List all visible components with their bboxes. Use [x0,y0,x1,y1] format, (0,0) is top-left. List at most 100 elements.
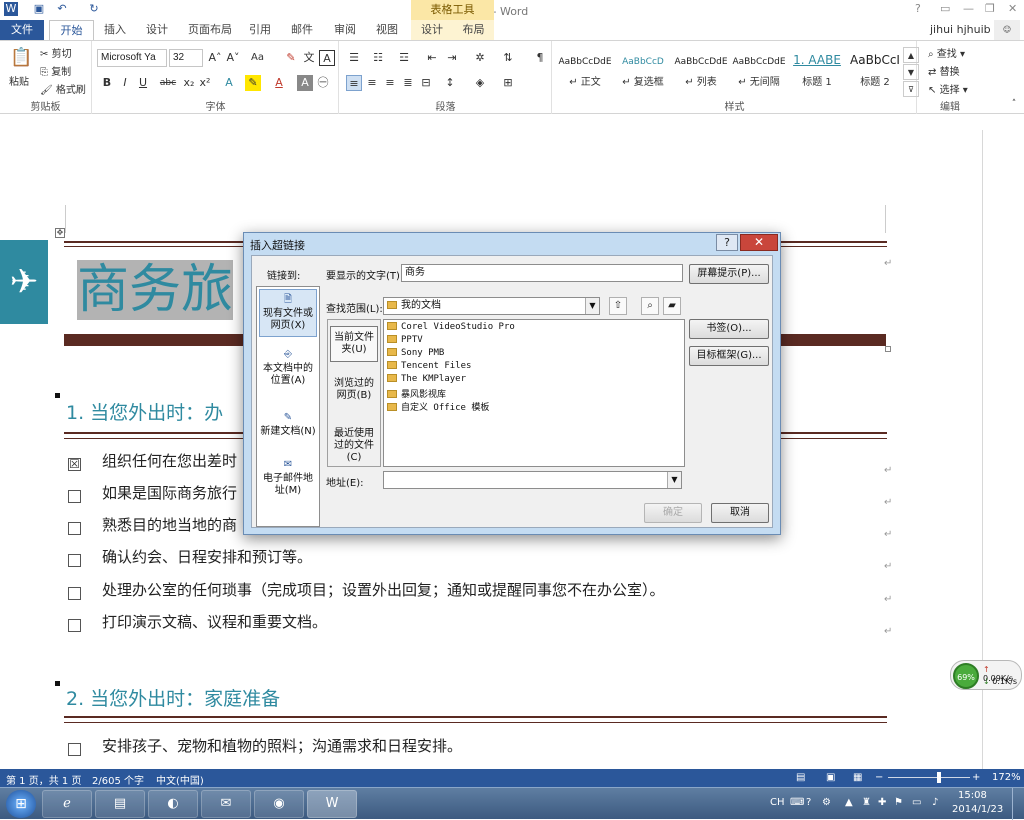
phonetic-guide-icon[interactable]: 文 [301,50,317,66]
font-color-icon[interactable]: A [271,75,287,91]
checkbox[interactable] [68,554,81,567]
zoom-slider-thumb[interactable] [936,772,941,783]
tab-file[interactable]: 文件 [0,20,44,40]
bold-button[interactable]: B [99,75,115,91]
bullets-icon[interactable]: ☰ [346,50,362,66]
distributed-icon[interactable]: ⊟ [418,75,434,91]
char-shading-icon[interactable]: A [297,75,313,91]
read-mode-icon[interactable]: ▤ [796,772,805,783]
address-input[interactable]: ▼ [383,471,682,489]
style-heading-2[interactable]: AaBbCcI 标题 2 [847,53,903,93]
zoom-in-icon[interactable]: + [972,772,980,783]
borders-icon[interactable]: ⊞ [500,75,516,91]
cut-button[interactable]: ✂ 剪切 [40,45,72,60]
subscript-button[interactable]: x₂ [181,75,197,91]
text-effects-icon[interactable]: A [221,75,237,91]
save-icon[interactable]: ▣ [32,2,46,16]
file-explorer-icon[interactable]: ▤ [95,790,145,818]
style-checkbox[interactable]: AaBbCcD ↵ 复选框 [615,53,671,93]
browse-web-icon[interactable]: ⌕ [641,297,659,315]
tab-design[interactable]: 设计 [146,20,168,40]
page-count[interactable]: 第 1 页，共 1 页 [6,772,81,787]
link-existing-file[interactable]: 🗎 现有文件或网页(X) [259,289,317,337]
browser-icon[interactable]: ◐ [148,790,198,818]
clock-date[interactable]: 2014/1/23 [952,804,1003,815]
tab-view[interactable]: 视图 [376,20,398,40]
paste-icon[interactable]: 📋 [10,47,32,69]
decrease-indent-icon[interactable]: ⇤ [424,50,440,66]
list-item[interactable]: Sony PMB [387,348,444,358]
asian-layout-icon[interactable]: ✲ [472,50,488,66]
cancel-button[interactable]: 取消 [711,503,769,523]
italic-button[interactable]: I [117,75,133,91]
table-move-handle-icon[interactable]: ✥ [55,228,65,238]
multilevel-list-icon[interactable]: ☲ [396,50,412,66]
up-folder-icon[interactable]: ⇧ [609,297,627,315]
align-center-icon[interactable]: ≡ [364,75,380,91]
network-icon[interactable]: ▭ [912,797,921,808]
list-item[interactable]: Corel VideoStudio Pro [387,322,515,332]
volume-icon[interactable]: ♪ [932,797,938,808]
list-item[interactable]: 熟悉目的地当地的商 [102,514,237,535]
redo-icon[interactable]: ↻ [87,2,101,16]
outlook-icon[interactable]: ✉ [201,790,251,818]
format-painter-button[interactable]: 🖌 格式刷 [40,81,86,96]
shrink-font-icon[interactable]: A˅ [225,50,241,66]
change-case-button[interactable]: Aa [251,52,264,63]
list-item[interactable]: 确认约会、日程安排和预订等。 [102,546,312,567]
antivirus-icon[interactable]: ✚ [878,797,886,808]
align-left-icon[interactable]: ≡ [346,75,362,91]
font-name-select[interactable]: Microsoft Ya [97,49,167,67]
print-layout-icon[interactable]: ▣ [826,772,835,783]
camera-app-icon[interactable]: ◉ [254,790,304,818]
tab-home[interactable]: 开始 [49,20,94,41]
current-folder-tab[interactable]: 当前文件夹(U) [330,326,378,362]
checkbox[interactable] [68,743,81,756]
language-status[interactable]: 中文(中国) [156,772,204,787]
list-item[interactable]: 打印演示文稿、议程和重要文档。 [102,611,327,632]
highlight-icon[interactable]: ✎ [245,75,261,91]
flag-icon[interactable]: ⚑ [894,797,903,808]
list-item[interactable]: 安排孩子、宠物和植物的照料；沟通需求和日程安排。 [102,735,462,756]
section-heading-1[interactable]: 1. 当您外出时：办 [66,398,223,425]
input-language[interactable]: CH [770,797,785,808]
target-frame-button[interactable]: 目标框架(G)... [689,346,769,366]
list-item[interactable]: PPTV [387,335,423,345]
keyboard-icon[interactable]: ⌨ [790,797,804,808]
checkbox[interactable] [68,587,81,600]
display-text-input[interactable]: 商务 [401,264,683,282]
avatar[interactable]: ☺ [994,20,1020,40]
shading-icon[interactable]: ◈ [472,75,488,91]
dialog-help-button[interactable]: ? [716,234,738,251]
table-resize-handle[interactable] [885,346,891,352]
settings-tray-icon[interactable]: ⚙ [822,797,831,808]
styles-more-icon[interactable]: ⊽ [903,81,919,97]
link-place-in-document[interactable]: ⎆ 本文档中的位置(A) [259,349,317,389]
list-item[interactable]: 自定义 Office 模板 [387,400,489,413]
align-right-icon[interactable]: ≡ [382,75,398,91]
justify-icon[interactable]: ≣ [400,75,416,91]
checkbox[interactable] [68,490,81,503]
tab-table-layout[interactable]: 布局 [453,20,494,40]
select-button[interactable]: ↖ 选择 ▾ [928,81,968,96]
char-border-icon[interactable]: A [319,50,335,66]
help-button[interactable]: ? [915,2,921,15]
find-button[interactable]: ⌕ 查找 ▾ [928,45,965,60]
word-count[interactable]: 2/605 个字 [92,772,144,787]
tab-layout[interactable]: 页面布局 [188,20,232,40]
styles-scroll-down-icon[interactable]: ▼ [903,64,919,80]
word-taskbar-icon[interactable]: W [307,790,357,818]
link-new-document[interactable]: ✎ 新建文档(N) [259,412,317,442]
checkbox[interactable] [68,619,81,632]
zoom-out-icon[interactable]: − [875,772,883,783]
strikethrough-button[interactable]: abc [157,75,179,91]
replace-button[interactable]: ⇄ 替换 [928,63,960,78]
list-item[interactable]: Tencent Files [387,361,471,371]
network-speed-widget[interactable]: 69% ↑ 0.09K/s ↓ 0.1K/s [950,660,1022,690]
tab-references[interactable]: 引用 [249,20,271,40]
enclose-char-icon[interactable]: ㊀ [315,75,331,91]
recent-files-tab[interactable]: 最近使用过的文件(C) [330,428,378,463]
copy-button[interactable]: ⎘ 复制 [40,63,71,78]
tab-table-design[interactable]: 设计 [411,20,453,40]
clear-format-icon[interactable]: ✎ [283,50,299,66]
